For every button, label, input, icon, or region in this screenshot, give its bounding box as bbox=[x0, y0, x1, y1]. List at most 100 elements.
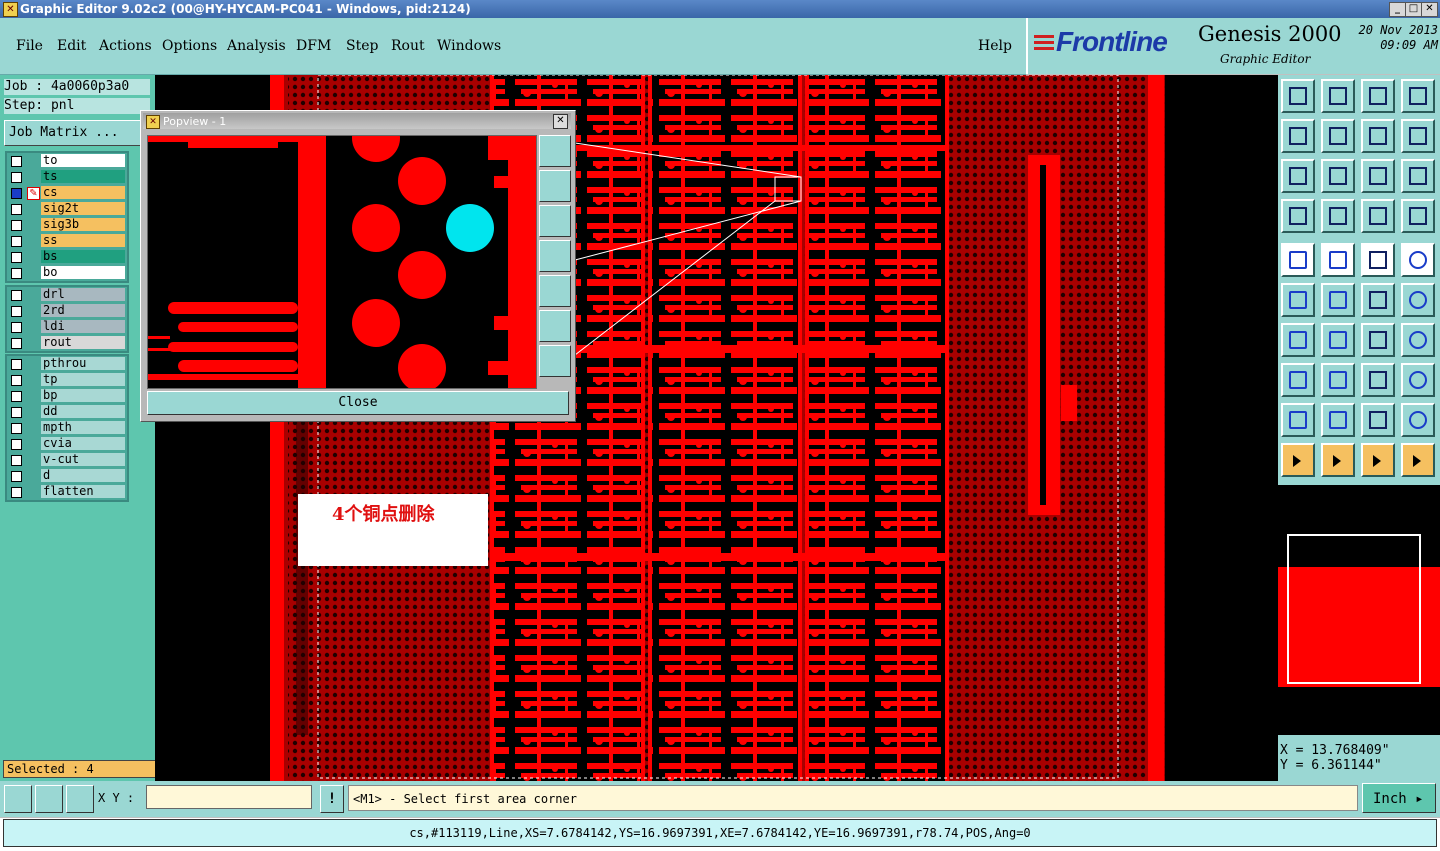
menu-help[interactable]: Help bbox=[978, 38, 1012, 54]
zoom-home-icon[interactable] bbox=[1281, 79, 1315, 113]
popview-zoom-out-button[interactable] bbox=[539, 345, 571, 377]
redraw-icon[interactable] bbox=[1401, 119, 1435, 153]
layer-checkbox[interactable] bbox=[11, 268, 22, 279]
popview-pan-up-button[interactable] bbox=[539, 170, 571, 202]
node-insert-icon[interactable] bbox=[1401, 283, 1435, 317]
layer-row-ldi[interactable]: ldi bbox=[7, 319, 127, 335]
snap-angle-icon[interactable] bbox=[35, 785, 63, 813]
layer-checkbox[interactable] bbox=[11, 156, 22, 167]
popview-pan-left-button[interactable] bbox=[539, 240, 571, 272]
help-icon[interactable] bbox=[1401, 159, 1435, 193]
arc-a-icon[interactable] bbox=[1321, 403, 1355, 437]
layer-row-tp[interactable]: tp bbox=[7, 372, 127, 388]
snap-tool-icon[interactable] bbox=[1281, 199, 1315, 233]
pad-marker-icon[interactable] bbox=[1281, 363, 1315, 397]
layer-checkbox[interactable] bbox=[11, 439, 22, 450]
scale-1-2-icon[interactable] bbox=[1361, 159, 1395, 193]
layer-checkbox[interactable] bbox=[11, 188, 22, 199]
layer-swap-icon[interactable] bbox=[1401, 199, 1435, 233]
layer-row-ts[interactable]: ts bbox=[7, 169, 127, 185]
popview-pan-down-button[interactable] bbox=[539, 205, 571, 237]
window-icon[interactable] bbox=[1401, 79, 1435, 113]
menu-actions[interactable]: Actions bbox=[99, 38, 152, 54]
line-center-icon[interactable] bbox=[1321, 363, 1355, 397]
layer-row-v-cut[interactable]: v-cut bbox=[7, 452, 127, 468]
popview-window[interactable]: ✕ Popview - 1 ✕ Close bbox=[140, 110, 576, 422]
draw-line-icon[interactable] bbox=[1321, 243, 1355, 277]
pan-right-icon[interactable] bbox=[1321, 119, 1355, 153]
node-add-icon[interactable] bbox=[1361, 283, 1395, 317]
popview-pan-right-button[interactable] bbox=[539, 275, 571, 307]
menu-dfm[interactable]: DFM bbox=[296, 38, 331, 54]
layer-checkbox[interactable] bbox=[11, 423, 22, 434]
xy-input[interactable] bbox=[146, 785, 312, 809]
grid-icon[interactable] bbox=[1321, 199, 1355, 233]
pan-left-icon[interactable] bbox=[1281, 119, 1315, 153]
alert-button[interactable]: ! bbox=[320, 785, 344, 813]
layer-checkbox[interactable] bbox=[11, 290, 22, 301]
menu-options[interactable]: Options bbox=[162, 38, 217, 54]
maximize-button[interactable]: □ bbox=[1405, 2, 1422, 17]
layer-checkbox[interactable] bbox=[11, 391, 22, 402]
popview-zoom-home-button[interactable] bbox=[539, 135, 571, 167]
layer-row-rout[interactable]: rout bbox=[7, 335, 127, 351]
arc-b-icon[interactable] bbox=[1361, 403, 1395, 437]
layer-checkbox[interactable] bbox=[11, 252, 22, 263]
flip-icon[interactable] bbox=[1361, 119, 1395, 153]
dimension-icon[interactable] bbox=[1361, 363, 1395, 397]
text-tool-icon[interactable] bbox=[1401, 323, 1435, 357]
layer-checkbox[interactable] bbox=[11, 455, 22, 466]
popview-close-icon[interactable]: ✕ bbox=[553, 114, 568, 129]
layer-checkbox[interactable] bbox=[11, 322, 22, 333]
zoom-center-icon[interactable] bbox=[1321, 159, 1355, 193]
angle-tool-icon[interactable] bbox=[1281, 323, 1315, 357]
menu-file[interactable]: File bbox=[16, 38, 43, 54]
layer-row-flatten[interactable]: flatten bbox=[7, 484, 127, 500]
select-pad-icon[interactable] bbox=[1281, 243, 1315, 277]
measure-icon[interactable] bbox=[4, 785, 32, 813]
layer-checkbox[interactable] bbox=[11, 359, 22, 370]
menu-rout[interactable]: Rout bbox=[391, 38, 425, 54]
popview-zoom-image[interactable] bbox=[147, 135, 537, 389]
layer-row-cs[interactable]: ✎ cs bbox=[7, 185, 127, 201]
close-window-button[interactable]: ✕ bbox=[1421, 2, 1438, 17]
layer-row-to[interactable]: to bbox=[7, 153, 127, 169]
layer-compare-icon[interactable] bbox=[1361, 199, 1395, 233]
triangle-icon[interactable] bbox=[1281, 403, 1315, 437]
overview-map[interactable] bbox=[1278, 485, 1440, 735]
line-split-icon[interactable] bbox=[1321, 323, 1355, 357]
move-node-icon[interactable] bbox=[1281, 283, 1315, 317]
menu-windows[interactable]: Windows bbox=[437, 38, 501, 54]
circle-tool-icon[interactable] bbox=[1401, 243, 1435, 277]
job-matrix-button[interactable]: Job Matrix ... bbox=[4, 120, 144, 146]
layer-checkbox[interactable] bbox=[11, 338, 22, 349]
zoom-previous-icon[interactable] bbox=[1321, 79, 1355, 113]
arc-cross-icon[interactable] bbox=[1401, 403, 1435, 437]
layer-checkbox[interactable] bbox=[11, 220, 22, 231]
layer-row-d[interactable]: d bbox=[7, 468, 127, 484]
pointer-box-icon[interactable] bbox=[1321, 443, 1355, 477]
minimize-button[interactable]: _ bbox=[1389, 2, 1406, 17]
layer-row-sig2t[interactable]: sig2t bbox=[7, 201, 127, 217]
fit-all-icon[interactable] bbox=[1281, 159, 1315, 193]
layer-row-pthrou[interactable]: pthrou bbox=[7, 356, 127, 372]
shape-tool-icon[interactable] bbox=[1401, 363, 1435, 397]
pointer-icon[interactable] bbox=[1281, 443, 1315, 477]
layer-checkbox[interactable] bbox=[11, 471, 22, 482]
net-select-icon[interactable] bbox=[1401, 443, 1435, 477]
popview-close-button[interactable]: Close bbox=[147, 391, 569, 415]
layer-row-bp[interactable]: bp bbox=[7, 388, 127, 404]
layer-row-cvia[interactable]: cvia bbox=[7, 436, 127, 452]
popview-zoom-in-button[interactable] bbox=[539, 310, 571, 342]
layer-row-drl[interactable]: drl bbox=[7, 287, 127, 303]
layer-row-bo[interactable]: bo bbox=[7, 265, 127, 281]
pointer-frame-icon[interactable] bbox=[1361, 443, 1395, 477]
layer-row-2rd[interactable]: 2rd bbox=[7, 303, 127, 319]
delete-node-icon[interactable] bbox=[1321, 283, 1355, 317]
home-icon[interactable] bbox=[1361, 79, 1395, 113]
layer-checkbox[interactable] bbox=[11, 407, 22, 418]
layer-row-sig3b[interactable]: sig3b bbox=[7, 217, 127, 233]
layer-checkbox[interactable] bbox=[11, 306, 22, 317]
menu-step[interactable]: Step bbox=[346, 38, 378, 54]
units-button[interactable]: Inch ▸ bbox=[1362, 783, 1436, 813]
